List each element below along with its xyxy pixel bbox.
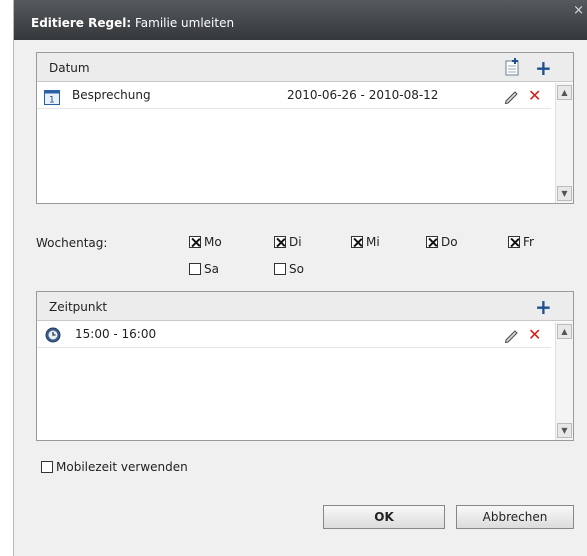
edit-rule-dialog: Editiere Regel: Familie umleiten × Datum…: [13, 0, 587, 556]
checkbox-checked-icon[interactable]: [351, 236, 363, 248]
date-panel: Datum + 1 Besprechung 2010-06-26 - 2010-…: [36, 52, 574, 204]
date-panel-title: Datum: [49, 61, 90, 75]
weekday-label: Wochentag:: [36, 236, 108, 250]
date-panel-header: Datum +: [37, 53, 573, 82]
checkbox-checked-icon[interactable]: [426, 236, 438, 248]
weekday-checkbox-mo[interactable]: Mo: [189, 235, 222, 249]
weekday-label-di: Di: [289, 235, 302, 249]
weekday-checkbox-di[interactable]: Di: [274, 235, 302, 249]
date-item-name: Besprechung: [72, 88, 151, 102]
scroll-up-arrow-icon[interactable]: ▲: [557, 85, 572, 100]
delete-icon[interactable]: ✕: [528, 327, 541, 343]
cancel-button[interactable]: Abbrechen: [456, 505, 574, 529]
weekday-label-do: Do: [441, 235, 458, 249]
edit-pencil-icon[interactable]: [503, 88, 519, 107]
scroll-down-arrow-icon[interactable]: ▼: [557, 423, 572, 438]
scroll-down-arrow-icon[interactable]: ▼: [557, 186, 572, 201]
weekday-label-sa: Sa: [204, 262, 219, 276]
time-panel-header: Zeitpunkt +: [37, 292, 573, 321]
time-list-scrollbar[interactable]: ▲ ▼: [555, 322, 573, 440]
date-item-range: 2010-06-26 - 2010-08-12: [287, 88, 439, 102]
weekday-checkbox-sa[interactable]: Sa: [189, 262, 219, 276]
weekday-checkbox-so[interactable]: So: [274, 262, 304, 276]
svg-text:1: 1: [49, 96, 55, 106]
dialog-title-bold: Editiere Regel:: [31, 16, 132, 30]
date-list-row[interactable]: 1 Besprechung 2010-06-26 - 2010-08-12 ✕: [37, 83, 551, 109]
time-list-row[interactable]: 15:00 - 16:00 ✕: [37, 322, 551, 348]
mobile-time-label: Mobilezeit verwenden: [56, 460, 188, 474]
weekday-checkbox-do[interactable]: Do: [426, 235, 458, 249]
checkbox-checked-icon[interactable]: [508, 236, 520, 248]
weekday-checkbox-fr[interactable]: Fr: [508, 235, 534, 249]
close-icon[interactable]: ×: [573, 3, 584, 18]
weekday-checkbox-mi[interactable]: Mi: [351, 235, 380, 249]
weekday-label-mo: Mo: [204, 235, 222, 249]
time-panel-title: Zeitpunkt: [49, 300, 108, 314]
ok-button[interactable]: OK: [323, 505, 445, 529]
checkbox-unchecked-icon[interactable]: [41, 461, 53, 473]
calendar-icon: 1: [44, 88, 60, 108]
dialog-titlebar: Editiere Regel: Familie umleiten ×: [14, 0, 587, 40]
checkbox-checked-icon[interactable]: [189, 236, 201, 248]
add-date-from-template-icon[interactable]: [505, 58, 521, 76]
checkbox-unchecked-icon[interactable]: [189, 263, 201, 275]
clock-icon: [45, 327, 61, 346]
dialog-title: Editiere Regel: Familie umleiten: [31, 16, 234, 30]
checkbox-checked-icon[interactable]: [274, 236, 286, 248]
edit-pencil-icon[interactable]: [503, 327, 519, 346]
time-panel: Zeitpunkt + 15:00 - 16:00 ✕ ▲ ▼: [36, 291, 574, 441]
weekday-label-mi: Mi: [366, 235, 380, 249]
add-date-icon[interactable]: +: [535, 58, 552, 78]
weekday-label-fr: Fr: [523, 235, 534, 249]
delete-icon[interactable]: ✕: [528, 88, 541, 104]
date-list-scrollbar[interactable]: ▲ ▼: [555, 83, 573, 203]
add-time-icon[interactable]: +: [535, 297, 552, 317]
scroll-up-arrow-icon[interactable]: ▲: [557, 324, 572, 339]
weekday-label-so: So: [289, 262, 304, 276]
time-item-range: 15:00 - 16:00: [75, 327, 157, 341]
dialog-title-rule-name: Familie umleiten: [134, 16, 235, 30]
mobile-time-checkbox[interactable]: Mobilezeit verwenden: [41, 460, 188, 474]
checkbox-unchecked-icon[interactable]: [274, 263, 286, 275]
